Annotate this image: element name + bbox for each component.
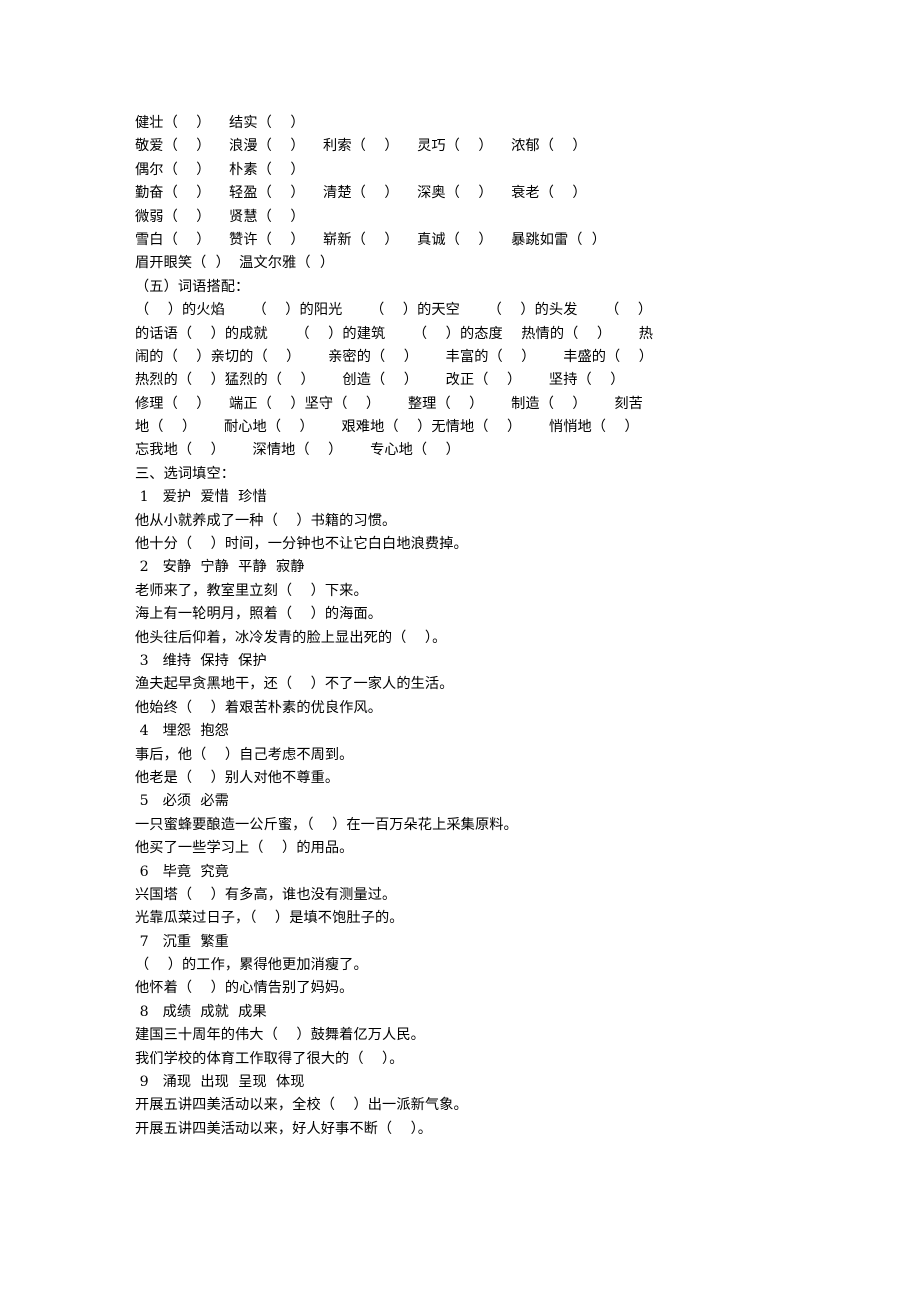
document-line: 事后，他（ ）自己考虑不周到。 [135, 746, 354, 763]
document-line: 三、选词填空： [135, 465, 236, 482]
document-line: 开展五讲四美活动以来，好人好事不断（ ）。 [135, 1120, 433, 1137]
document-line: 我们学校的体育工作取得了很大的（ ）。 [135, 1050, 404, 1067]
document-page: 健壮（ ） 结实（ ） 敬爱（ ） 浪漫（ ） 利索（ ） 灵巧（ ） 浓郁（ ）… [0, 0, 920, 1302]
document-line: 偶尔（ ） 朴素（ ） [135, 161, 305, 178]
document-line: 4 埋怨 抱怨 [135, 723, 229, 740]
document-line: 2 安静 宁静 平静 寂静 [135, 559, 305, 576]
document-body: 健壮（ ） 结实（ ） 敬爱（ ） 浪漫（ ） 利索（ ） 灵巧（ ） 浓郁（ ）… [135, 112, 802, 1141]
document-line: 兴国塔（ ）有多高，谁也没有测量过。 [135, 886, 397, 903]
document-line: 海上有一轮明月，照着（ ）的海面。 [135, 606, 383, 623]
document-line: 他老是（ ）别人对他不尊重。 [135, 769, 340, 786]
document-line: 老师来了，教室里立刻（ ）下来。 [135, 582, 368, 599]
document-line: 他买了一些学习上（ ）的用品。 [135, 840, 354, 857]
document-line: 修理（ ） 端正（ ）坚守（ ） 整理（ ） 制造（ ） 刻苦 [135, 395, 643, 412]
document-line: 热烈的（ ）猛烈的（ ） 创造（ ） 改正（ ） 坚持（ ） [135, 372, 625, 389]
document-line: （五）词语搭配： [135, 278, 250, 295]
document-line: 1 爱护 爱惜 珍惜 [135, 489, 267, 506]
document-line: 5 必须 必需 [135, 793, 229, 810]
document-line: 勤奋（ ） 轻盈（ ） 清楚（ ） 深奥（ ） 衰老（ ） [135, 185, 587, 202]
document-line: 闹的（ ）亲切的（ ） 亲密的（ ） 丰富的（ ） 丰盛的（ ） [135, 348, 654, 365]
document-line: （ ）的工作，累得他更加消瘦了。 [135, 957, 368, 974]
document-line: 眉开眼笑（ ） 温文尔雅（ ） [135, 255, 335, 272]
document-line: 他头往后仰着，冰冷发青的脸上显出死的（ ）。 [135, 629, 447, 646]
document-line: 敬爱（ ） 浪漫（ ） 利索（ ） 灵巧（ ） 浓郁（ ） [135, 138, 587, 155]
document-line: 9 涌现 出现 呈现 体现 [135, 1074, 305, 1091]
document-line: 健壮（ ） 结实（ ） [135, 115, 305, 131]
document-line: 开展五讲四美活动以来，全校（ ）出一派新气象。 [135, 1097, 468, 1114]
document-line: 他怀着（ ）的心情告别了妈妈。 [135, 980, 354, 997]
document-line: 建国三十周年的伟大（ ）鼓舞着亿万人民。 [135, 1027, 425, 1044]
document-line: 6 毕竟 究竟 [135, 863, 229, 880]
document-line: 光靠瓜菜过日子，（ ）是填不饱肚子的。 [135, 910, 404, 927]
document-line: 忘我地（ ） 深情地（ ） 专心地（ ） [135, 442, 460, 459]
document-line: 他从小就养成了一种（ ）书籍的习惯。 [135, 512, 397, 529]
document-line: 他十分（ ）时间，一分钟也不让它白白地浪费掉。 [135, 536, 468, 553]
document-line: 微弱（ ） 贤慧（ ） [135, 208, 305, 225]
document-line: 地（ ） 耐心地（ ） 艰难地（ ）无情地（ ） 悄悄地（ ） [135, 419, 639, 436]
document-line: 雪白（ ） 赞许（ ） 崭新（ ） 真诚（ ） 暴跳如雷（ ） [135, 231, 607, 248]
document-line: 渔夫起早贪黑地干，还（ ）不了一家人的生活。 [135, 676, 454, 693]
document-line: 一只蜜蜂要酿造一公斤蜜，（ ）在一百万朵花上采集原料。 [135, 816, 518, 833]
document-line: 的话语（ ）的成就 （ ）的建筑 （ ）的态度 热情的（ ） 热 [135, 325, 654, 342]
document-line: 8 成绩 成就 成果 [135, 1003, 267, 1020]
document-line: （ ）的火焰 （ ）的阳光 （ ）的天空 （ ）的头发 （ ） [135, 302, 653, 319]
document-line: 7 沉重 繁重 [135, 933, 229, 950]
document-line: 他始终（ ）着艰苦朴素的优良作风。 [135, 699, 383, 716]
document-line: 3 维持 保持 保护 [135, 652, 267, 669]
